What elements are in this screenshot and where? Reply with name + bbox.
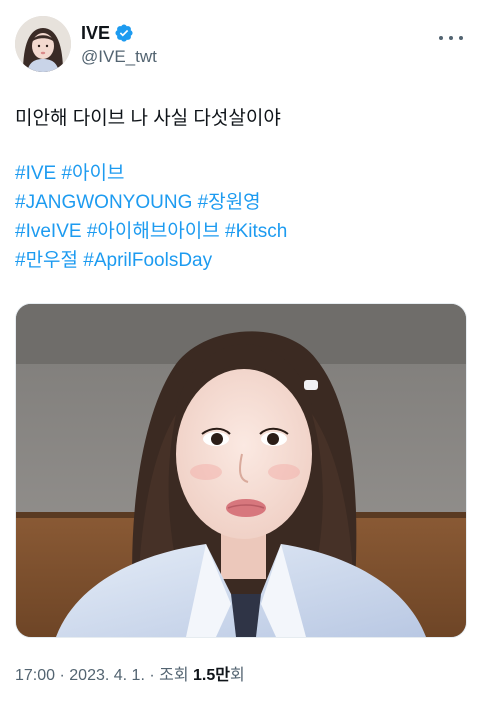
separator: · xyxy=(144,667,160,684)
hashtag-link[interactable]: #장원영 xyxy=(198,192,261,213)
hashtag-link[interactable]: #만우절 xyxy=(15,250,78,271)
more-options-icon[interactable] xyxy=(439,28,463,48)
hashtag-link[interactable]: #JANGWONYOUNG xyxy=(15,192,192,213)
author-names: IVE @IVE_twt xyxy=(81,22,157,68)
tweet-meta: 17:00 · 2023. 4. 1. · 조회 1.5만회 xyxy=(15,665,245,687)
display-name[interactable]: IVE xyxy=(81,22,110,44)
views-count: 1.5만 xyxy=(193,667,230,684)
hashtag-link[interactable]: #아이브 xyxy=(61,163,124,184)
hashtag-link[interactable]: #IVE xyxy=(15,163,56,184)
tweet-photo[interactable] xyxy=(15,303,467,638)
hashtag-link[interactable]: #AprilFoolsDay xyxy=(83,250,212,271)
hashtag-link[interactable]: #IveIVE xyxy=(15,221,82,242)
views-unit: 회 xyxy=(229,667,245,684)
tweet-text: 미안해 다이브 나 사실 다섯살이야 #IVE #아이브 #JANGWONYOU… xyxy=(15,104,467,275)
views-label: 조회 xyxy=(159,667,193,684)
user-handle[interactable]: @IVE_twt xyxy=(81,46,157,68)
hashtag-link[interactable]: #아이해브아이브 xyxy=(87,221,220,242)
tweet-date[interactable]: 2023. 4. 1. xyxy=(69,667,145,684)
avatar[interactable] xyxy=(15,16,71,72)
tweet-time[interactable]: 17:00 xyxy=(15,667,55,684)
tweet-header: IVE @IVE_twt xyxy=(15,14,467,76)
hashtag-link[interactable]: #Kitsch xyxy=(225,221,287,242)
tweet-text-line: 미안해 다이브 나 사실 다섯살이야 xyxy=(15,108,281,129)
separator: · xyxy=(55,667,70,684)
verified-badge-icon xyxy=(114,23,134,43)
